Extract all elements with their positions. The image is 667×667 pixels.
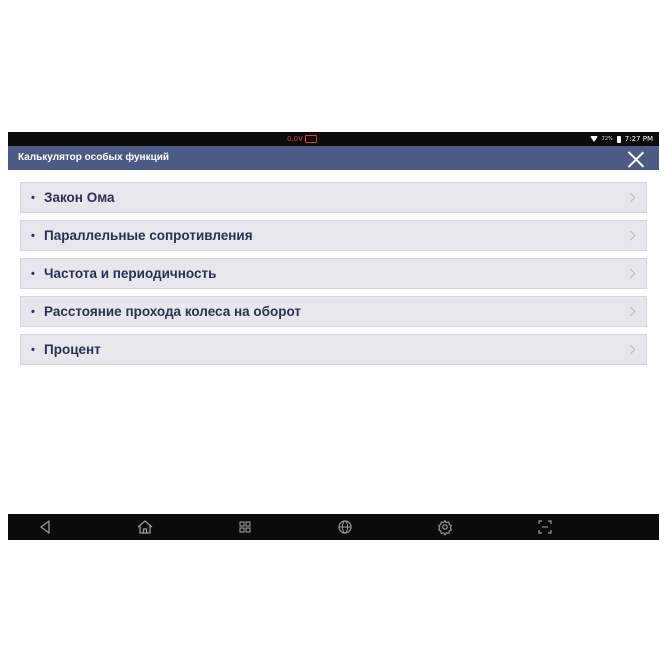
bullet-icon: • — [31, 268, 35, 280]
clock: 7:27 PM — [624, 135, 653, 143]
chevron-right-icon — [625, 344, 636, 355]
battery-icon — [616, 135, 621, 143]
screenshot-button[interactable] — [535, 518, 555, 536]
bullet-icon: • — [31, 306, 35, 318]
settings-button[interactable] — [435, 518, 455, 536]
home-icon — [137, 520, 153, 534]
navigation-bar — [8, 514, 659, 540]
chevron-right-icon — [625, 268, 636, 279]
back-button[interactable] — [36, 518, 56, 536]
list-item-frequency-period[interactable]: • Частота и периодичность — [20, 258, 647, 289]
status-right: 72% 7:27 PM — [589, 132, 653, 146]
battery-percent: 72% — [601, 136, 613, 142]
screenshot-icon — [538, 520, 552, 534]
bullet-icon: • — [31, 344, 35, 356]
voltage-indicator: 0.0V — [287, 133, 317, 145]
page-title: Калькулятор особых функций — [18, 152, 170, 163]
list-item-label: Процент — [44, 342, 101, 357]
list-item-label: Параллельные сопротивления — [44, 228, 253, 243]
function-list: • Закон Ома • Параллельные сопротивления… — [20, 182, 647, 372]
settings-icon — [438, 519, 452, 536]
home-button[interactable] — [135, 518, 155, 536]
apps-icon — [239, 521, 251, 533]
bullet-icon: • — [31, 192, 35, 204]
close-button[interactable] — [627, 150, 645, 168]
list-item-parallel-resistance[interactable]: • Параллельные сопротивления — [20, 220, 647, 251]
list-item-ohms-law[interactable]: • Закон Ома — [20, 182, 647, 213]
list-item-percent[interactable]: • Процент — [20, 334, 647, 365]
list-item-label: Закон Ома — [44, 190, 115, 205]
car-battery-icon — [304, 135, 317, 143]
list-item-label: Расстояние прохода колеса на оборот — [44, 304, 301, 319]
globe-icon — [338, 520, 352, 534]
chevron-right-icon — [625, 230, 636, 241]
wifi-icon — [589, 136, 598, 142]
voltage-value: 0.0V — [287, 135, 303, 143]
back-icon — [40, 520, 50, 534]
list-item-wheel-distance[interactable]: • Расстояние прохода колеса на оборот — [20, 296, 647, 327]
app-window: 0.0V 72% 7:27 PM Калькулятор особых функ… — [8, 132, 659, 540]
title-bar: Калькулятор особых функций — [8, 146, 659, 170]
browser-button[interactable] — [335, 518, 355, 536]
chevron-right-icon — [625, 306, 636, 317]
status-bar: 0.0V 72% 7:27 PM — [8, 132, 659, 146]
list-item-label: Частота и периодичность — [44, 266, 217, 281]
apps-button[interactable] — [235, 518, 255, 536]
chevron-right-icon — [625, 192, 636, 203]
bullet-icon: • — [31, 230, 35, 242]
